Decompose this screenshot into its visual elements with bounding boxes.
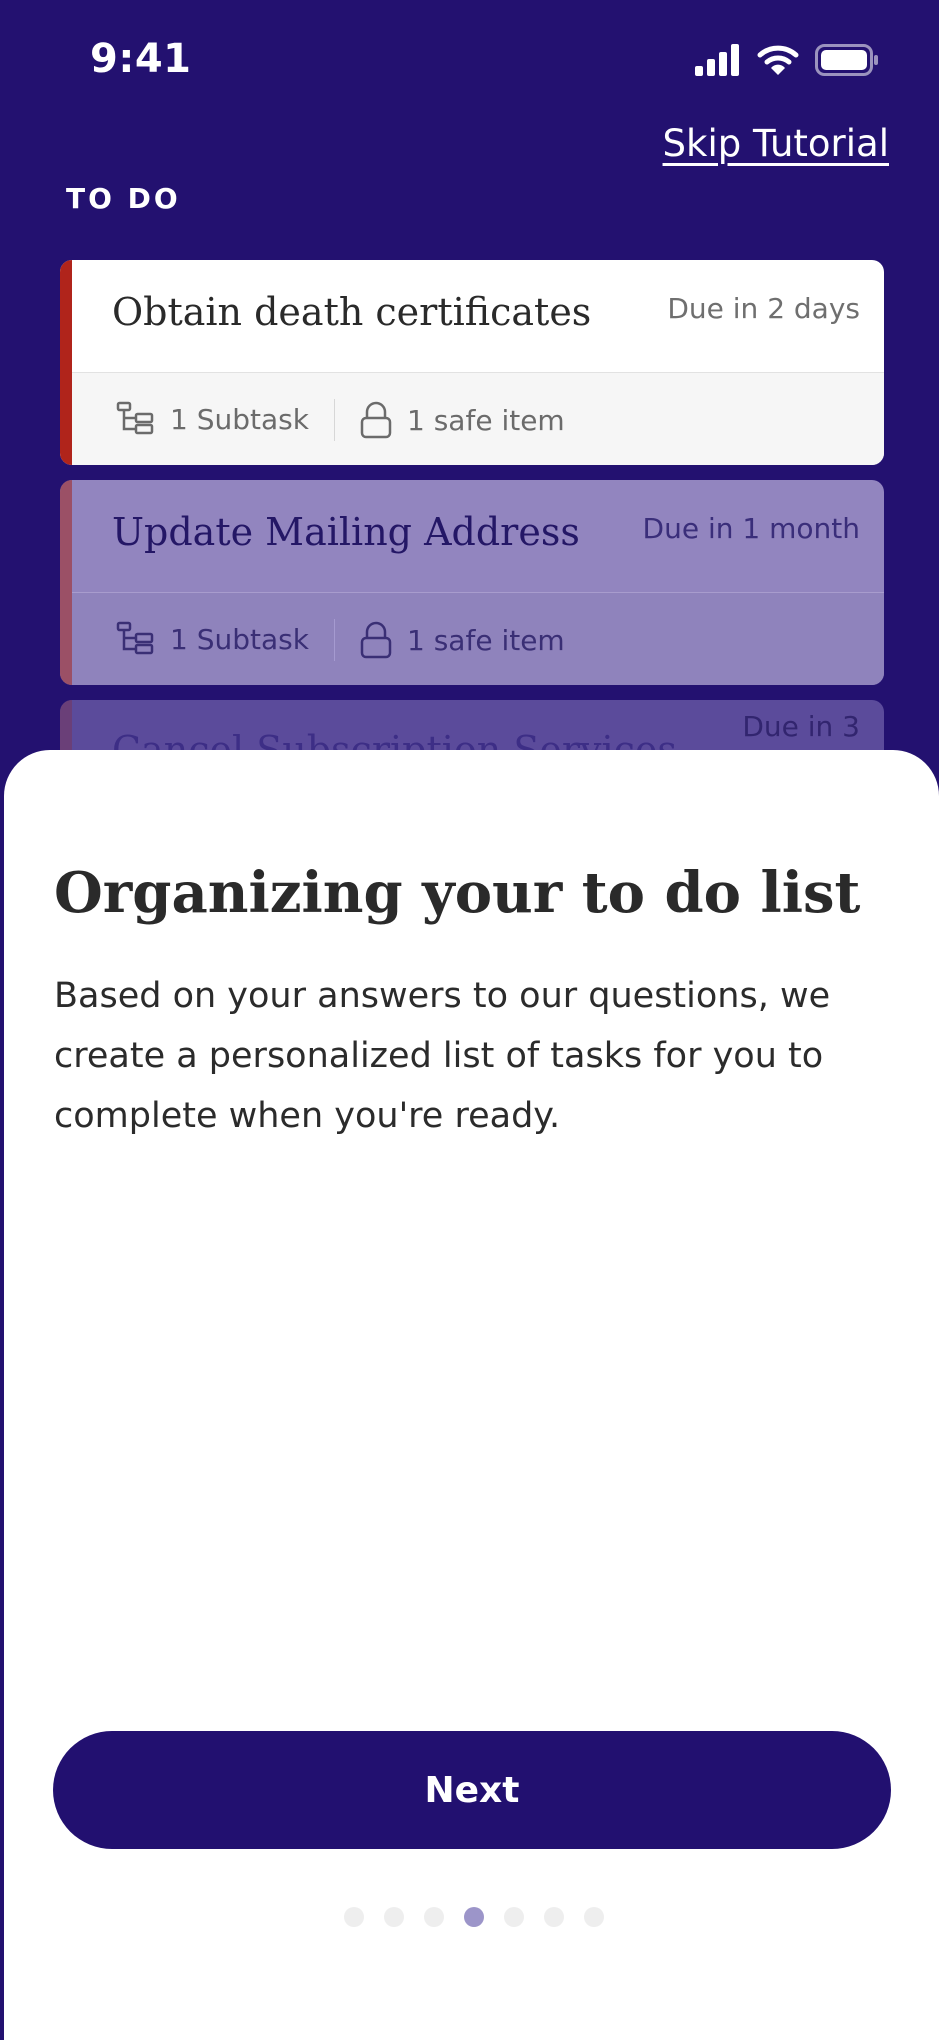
- page-indicator: [4, 1907, 939, 1927]
- safe-item-count: 1 safe item: [359, 621, 565, 659]
- lock-icon: [360, 401, 392, 439]
- page-dot: [423, 1907, 444, 1927]
- next-button[interactable]: Next: [53, 1731, 891, 1849]
- lock-icon: [360, 621, 392, 659]
- subtask-tree-icon: [116, 401, 154, 435]
- task-card[interactable]: Obtain death certificates Due in 2 days …: [60, 260, 884, 465]
- todo-section-label: TO DO: [66, 182, 181, 215]
- status-time: 9:41: [90, 36, 192, 82]
- subtask-count: 1 Subtask: [116, 401, 309, 437]
- safe-item-label: 1 safe item: [407, 623, 565, 657]
- task-due: Due in 2 days: [667, 292, 860, 325]
- tutorial-sheet: Organizing your to do list Based on your…: [4, 750, 939, 2040]
- status-bar: 9:41: [0, 0, 939, 120]
- task-due: Due in 1 month: [642, 512, 860, 545]
- page-dot: [503, 1907, 524, 1927]
- task-title: Update Mailing Address: [112, 510, 580, 554]
- tutorial-description: Based on your answers to our questions, …: [54, 976, 831, 1136]
- page-dot-active: [463, 1907, 484, 1927]
- page-dot: [583, 1907, 604, 1927]
- status-icons: [695, 44, 879, 76]
- page-dot: [343, 1907, 364, 1927]
- priority-accent: [60, 480, 72, 685]
- task-meta-row: 1 Subtask 1 safe item: [72, 372, 884, 465]
- subtask-label: 1 Subtask: [170, 622, 309, 656]
- subtask-tree-icon: [116, 621, 154, 655]
- wifi-icon: [757, 45, 799, 75]
- page-dot: [543, 1907, 564, 1927]
- subtask-count: 1 Subtask: [116, 621, 309, 657]
- page-dot: [383, 1907, 404, 1927]
- task-title: Obtain death certificates: [112, 290, 592, 334]
- tutorial-title: Organizing your to do list: [54, 860, 861, 926]
- cellular-signal-icon: [695, 44, 739, 76]
- meta-divider: [334, 399, 335, 441]
- meta-divider: [334, 619, 335, 661]
- safe-item-label: 1 safe item: [407, 403, 565, 437]
- subtask-label: 1 Subtask: [170, 402, 309, 436]
- task-due: Due in 3: [742, 710, 860, 743]
- skip-tutorial-link[interactable]: Skip Tutorial: [663, 122, 889, 165]
- safe-item-count: 1 safe item: [359, 401, 565, 439]
- battery-icon: [815, 44, 878, 76]
- task-meta-row: 1 Subtask 1 safe item: [72, 592, 884, 685]
- priority-accent: [60, 260, 72, 465]
- task-card[interactable]: Update Mailing Address Due in 1 month 1 …: [60, 480, 884, 685]
